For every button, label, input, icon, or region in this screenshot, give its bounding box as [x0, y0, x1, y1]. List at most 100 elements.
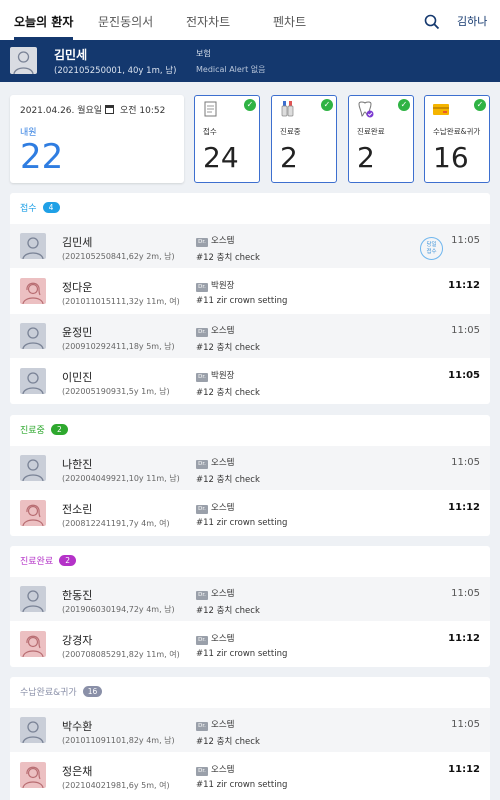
doctor-tag: Dr. 오스템 [196, 501, 234, 514]
section-header[interactable]: 접수 4 [10, 193, 490, 223]
patient-detail: (200910292411,18y 5m, 남) [62, 342, 175, 351]
treatment-note: #12 충치 check [196, 606, 260, 616]
stat-card-paid-left[interactable]: ✓ 수납완료&귀가 16 [424, 95, 490, 183]
count-badge: 2 [50, 424, 68, 435]
avatar [20, 586, 46, 612]
patient-row[interactable]: 박수환 (201011091101,82y 4m, 남) Dr. 오스템 #12 … [10, 707, 490, 752]
treatment-note: #11 zir crown setting [196, 518, 288, 528]
doctor-name: 오스템 [211, 503, 235, 513]
section-header[interactable]: 진료중 2 [10, 415, 490, 445]
doctor-tag: Dr. 오스템 [196, 456, 234, 469]
avatar [20, 762, 46, 788]
doctor-tag: Dr. 박원장 [196, 279, 234, 292]
stat-label: 진료완료 [357, 127, 385, 136]
calendar-icon[interactable] [105, 105, 115, 114]
person-icon [22, 504, 44, 526]
patient-name: 한동진 [62, 589, 93, 602]
dental-tools-icon [281, 101, 294, 117]
current-date-time: 2021.04.26. 월요일 오전 10:52 [20, 103, 165, 116]
top-navigation: 오늘의 환자 문진동의서 전자차트 펜차트 김하나 [0, 0, 500, 40]
person-icon [22, 721, 44, 743]
appointment-time: 11:05 [451, 719, 480, 730]
patient-row[interactable]: 나한진 (202004049921,10y 11m, 남) Dr. 오스템 #12… [10, 445, 490, 490]
doctor-tag: Dr. 박원장 [196, 369, 234, 382]
stat-card-treatment-done[interactable]: ✓ 진료완료 2 [348, 95, 414, 183]
doctor-tag: Dr. 오스템 [196, 763, 234, 776]
appointment-time: 11:12 [448, 502, 480, 513]
treatment-note: #11 zir crown setting [196, 780, 288, 790]
treatment-note: #12 충치 check [196, 253, 260, 263]
patient-detail: (202105250841,62y 2m, 남) [62, 252, 175, 261]
clipboard-icon [204, 101, 217, 117]
avatar [20, 717, 46, 743]
stat-value: 2 [357, 141, 375, 174]
tab-consent-form[interactable]: 문진동의서 [98, 0, 153, 40]
current-patient-banner[interactable]: 김민세 (202105250001, 40y 1m, 남) 보험 Medical… [0, 40, 500, 82]
person-icon [22, 282, 44, 304]
patient-name: 정다운 [62, 281, 93, 294]
doctor-badge-icon: Dr. [196, 373, 208, 382]
check-icon: ✓ [321, 99, 333, 111]
avatar [20, 631, 46, 657]
check-icon: ✓ [244, 99, 256, 111]
doctor-name: 박원장 [211, 281, 235, 291]
patient-row[interactable]: 김민세 (202105250841,62y 2m, 남) Dr. 오스템 #12 … [10, 223, 490, 268]
treatment-note: #12 충치 check [196, 475, 260, 485]
tab-today-patients[interactable]: 오늘의 환자 [14, 0, 74, 40]
same-day-reception-badge: 당일 접수 [420, 237, 443, 260]
person-icon [22, 766, 44, 788]
tab-pen-chart[interactable]: 펜차트 [273, 0, 306, 40]
count-badge: 4 [42, 202, 60, 213]
section-treatment-done: 진료완료 2 한동진 (201906030194,72y 4m, 남) Dr. 오스… [10, 546, 490, 667]
date-summary-card: 2021.04.26. 월요일 오전 10:52 내원 22 [10, 95, 184, 183]
check-icon: ✓ [474, 99, 486, 111]
section-header[interactable]: 수납완료&귀가 16 [10, 677, 490, 707]
appointment-time: 11:05 [451, 457, 480, 468]
patient-detail: (201906030194,72y 4m, 남) [62, 605, 175, 614]
doctor-badge-icon: Dr. [196, 505, 208, 514]
tab-electronic-chart[interactable]: 전자차트 [186, 0, 230, 40]
user-name[interactable]: 김하나 [457, 0, 487, 40]
stat-card-reception[interactable]: ✓ 접수 24 [194, 95, 260, 183]
doctor-name: 오스템 [211, 236, 235, 246]
avatar [10, 47, 37, 74]
stat-label: 접수 [203, 127, 217, 136]
doctor-tag: Dr. 오스템 [196, 718, 234, 731]
section-paid-left: 수납완료&귀가 16 박수환 (201011091101,82y 4m, 남) D… [10, 677, 490, 800]
patient-detail: (202004049921,10y 11m, 남) [62, 474, 180, 483]
treatment-note: #11 zir crown setting [196, 296, 288, 306]
patient-row[interactable]: 정다운 (201011015111,32y 11m, 여) Dr. 박원장 #11… [10, 268, 490, 313]
doctor-name: 오스템 [211, 458, 235, 468]
stat-value: 24 [203, 141, 239, 174]
doctor-badge-icon: Dr. [196, 722, 208, 731]
person-icon [22, 372, 44, 394]
search-icon[interactable] [424, 14, 440, 30]
section-header[interactable]: 진료완료 2 [10, 546, 490, 576]
avatar [20, 368, 46, 394]
person-icon [22, 459, 44, 481]
patient-row[interactable]: 이민진 (202005190931,5y 1m, 남) Dr. 박원장 #12 충… [10, 358, 490, 403]
patient-row[interactable]: 강경자 (200708085291,82y 11m, 여) Dr. 오스템 #11… [10, 621, 490, 666]
patient-name: 정은채 [62, 765, 93, 778]
patient-name: 나한진 [62, 458, 93, 471]
current-date: 2021.04.26. 월요일 [20, 106, 103, 116]
patient-name: 이민진 [62, 371, 93, 384]
patient-row[interactable]: 정은채 (202104021981,6y 5m, 여) Dr. 오스템 #11 z… [10, 752, 490, 797]
stat-card-in-treatment[interactable]: ✓ 진료중 2 [271, 95, 337, 183]
patient-detail: (202105250001, 40y 1m, 남) [54, 66, 177, 76]
person-icon [13, 51, 34, 74]
doctor-tag: Dr. 오스템 [196, 587, 234, 600]
appointment-time: 11:12 [448, 764, 480, 775]
stat-label: 진료중 [280, 127, 301, 136]
tab-label: 펜차트 [273, 15, 307, 29]
tab-label: 전자차트 [186, 15, 231, 29]
section-title: 진료완료 [20, 557, 54, 567]
patient-name: 박수환 [62, 720, 93, 733]
treatment-note: #11 zir crown setting [196, 649, 288, 659]
section-in-treatment: 진료중 2 나한진 (202004049921,10y 11m, 남) Dr. 오스… [10, 415, 490, 536]
patient-row[interactable]: 윤정민 (200910292411,18y 5m, 남) Dr. 오스템 #12 … [10, 313, 490, 358]
count-badge: 2 [59, 555, 77, 566]
patient-row[interactable]: 한동진 (201906030194,72y 4m, 남) Dr. 오스템 #12 … [10, 576, 490, 621]
treatment-note: #12 충치 check [196, 388, 260, 398]
patient-row[interactable]: 전소린 (200812241191,7y 4m, 여) Dr. 오스템 #11 z… [10, 490, 490, 535]
